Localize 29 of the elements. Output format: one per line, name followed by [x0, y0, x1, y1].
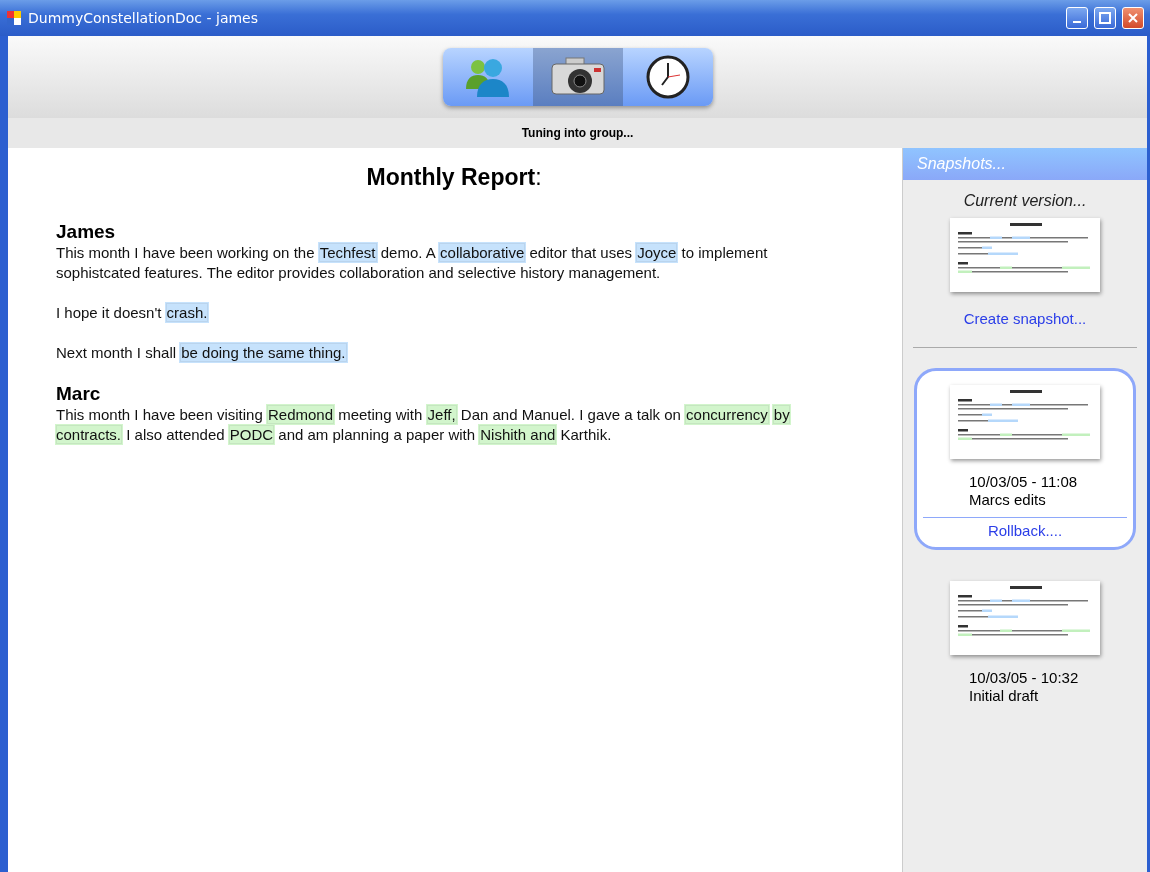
- app-icon: [6, 10, 22, 26]
- rollback-link[interactable]: Rollback....: [987, 522, 1063, 539]
- author-heading: James: [56, 221, 117, 243]
- document-title: Monthly Report:: [365, 164, 543, 191]
- snapshot-date: 10/03/05 - 10:32: [969, 669, 1079, 687]
- paragraph: This month I have been visiting Redmond meeting with Jeff, Dan and Manuel. I gave a talk on concurrency by contracts. I also attended PODC and am planning a paper with Nishith and Karthik.: [56, 405, 791, 445]
- snapshot-label: Initial draft: [969, 687, 1039, 705]
- current-version-label: Current version...: [963, 192, 1087, 210]
- window-title: DummyConstellationDoc - james: [28, 10, 259, 26]
- status-text: Tuning into group...: [521, 126, 634, 140]
- maximize-icon: [1099, 12, 1111, 24]
- maximize-button[interactable]: [1094, 7, 1116, 29]
- minimize-icon: [1073, 21, 1081, 23]
- paragraph: I hope it doesn't crash.: [56, 303, 210, 323]
- minimize-button[interactable]: [1066, 7, 1088, 29]
- snapshot-card[interactable]: 10/03/05 - 10:32 Initial draft: [914, 564, 1136, 716]
- create-snapshot-link[interactable]: Create snapshot...: [963, 310, 1087, 327]
- snapshot-label: Marcs edits: [969, 491, 1046, 509]
- close-icon: [1127, 12, 1139, 24]
- camera-icon: [549, 56, 606, 98]
- snapshot-card[interactable]: 10/03/05 - 11:08 Marcs edits Rollback....: [914, 368, 1136, 550]
- author-heading: Marc: [56, 383, 102, 405]
- panel-title: Snapshots...: [917, 155, 1006, 173]
- close-button[interactable]: [1122, 7, 1144, 29]
- paragraph: Next month I shall be doing the same thing.: [56, 343, 348, 363]
- camera-view-button[interactable]: [532, 48, 623, 106]
- paragraph: This month I have been working on the Techfest demo. A collaborative editor that uses Joyce to implement sophistcated features. The editor provides collaboration and selective history management.: [56, 243, 769, 283]
- snapshot-date: 10/03/05 - 11:08: [969, 473, 1078, 491]
- clock-icon: [645, 55, 690, 99]
